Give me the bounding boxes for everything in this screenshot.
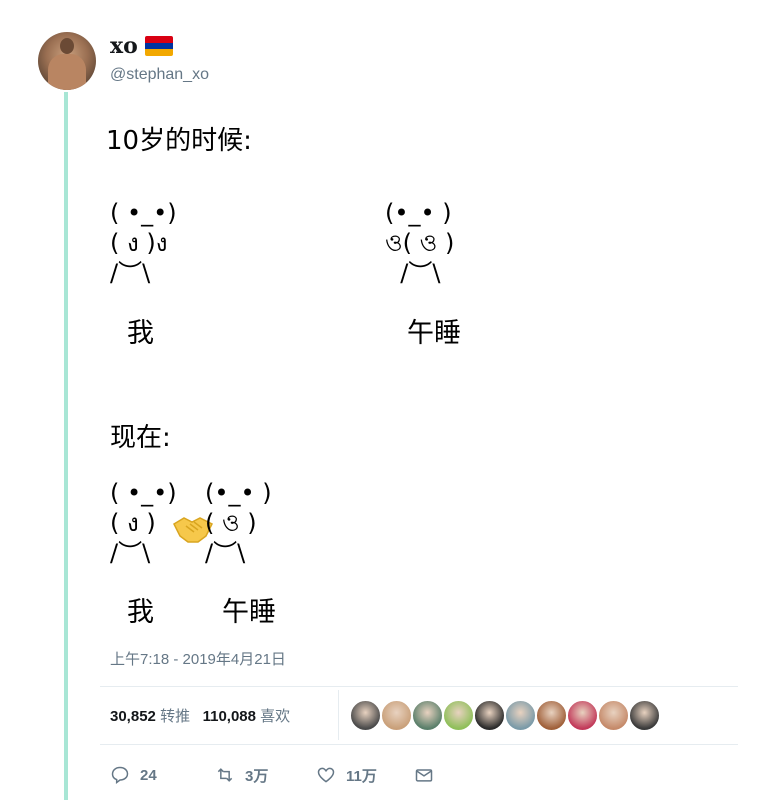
section2-right-caption: 午睡: [222, 597, 276, 628]
liker-avatar-3[interactable]: [412, 700, 443, 731]
stats-top-divider: [100, 686, 738, 687]
reply-icon: [111, 766, 129, 784]
liker-avatar-6[interactable]: [505, 700, 536, 731]
retweet-count: 3万: [245, 767, 269, 785]
retweets-count[interactable]: 30,852: [110, 708, 156, 725]
like-count: 11万: [346, 767, 377, 785]
armenia-flag-icon: [145, 36, 173, 56]
envelope-icon: [415, 769, 433, 782]
section2-left-caption: 我: [127, 597, 154, 628]
author-handle[interactable]: @stephan_xo: [110, 66, 209, 84]
thread-line: [64, 92, 68, 800]
liker-avatar-8[interactable]: [567, 700, 598, 731]
stats-bottom-divider: [100, 744, 738, 745]
reply-button[interactable]: 24: [110, 760, 157, 790]
retweets-label[interactable]: 转推: [160, 708, 190, 725]
section1-left-caption: 我: [127, 318, 154, 349]
likes-label[interactable]: 喜欢: [260, 708, 290, 725]
likes-count[interactable]: 110,088: [203, 708, 256, 725]
liker-avatar-7[interactable]: [536, 700, 567, 731]
tweet-actions: 24 3万 11万: [110, 760, 510, 790]
like-button[interactable]: 11万: [316, 760, 377, 790]
reply-count: 24: [140, 766, 157, 784]
tweet-stats: 30,852 转推 110,088 喜欢: [110, 705, 290, 726]
author-avatar[interactable]: [38, 32, 96, 90]
liker-avatar-1[interactable]: [350, 700, 381, 731]
liker-avatar-10[interactable]: [629, 700, 660, 731]
section1-right-caption: 午睡: [407, 318, 461, 349]
message-button[interactable]: [414, 760, 444, 790]
stats-vertical-divider: [338, 690, 339, 740]
author-display-name[interactable]: xo: [110, 32, 138, 60]
retweet-icon: [217, 768, 233, 782]
section1-right-face: (•_• ) ও( ও ) /︶\: [385, 199, 455, 287]
liker-avatar-5[interactable]: [474, 700, 505, 731]
liker-avatar-4[interactable]: [443, 700, 474, 731]
liker-avatar-9[interactable]: [598, 700, 629, 731]
section2-heading: 现在:: [110, 423, 171, 453]
section1-left-face: ( •_•) ( ง )ง /︶\: [110, 199, 177, 287]
section2-right-face: (•_• ) ( ও ) /︶\: [205, 479, 272, 567]
retweet-button[interactable]: 3万: [215, 760, 268, 790]
heart-icon: [317, 767, 335, 783]
section2-left-face: ( •_•) ( ง ) /︶\: [110, 479, 177, 567]
tweet-timestamp[interactable]: 上午7:18 - 2019年4月21日: [110, 648, 286, 669]
liker-avatar-2[interactable]: [381, 700, 412, 731]
section1-heading: 10岁的时候:: [106, 126, 252, 156]
